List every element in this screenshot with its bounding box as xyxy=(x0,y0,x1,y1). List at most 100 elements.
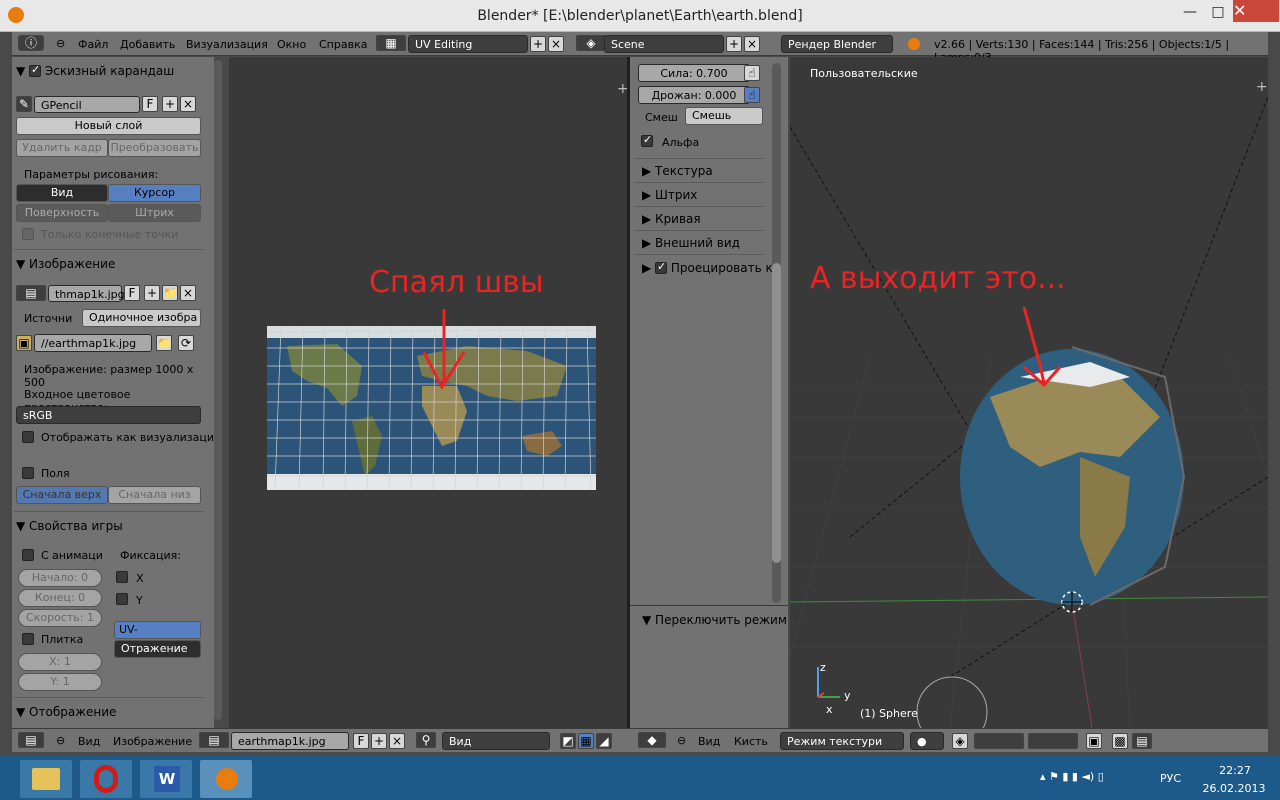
mode-select[interactable]: Режим текстури xyxy=(780,732,904,750)
clock-time[interactable]: 22:27 xyxy=(1210,764,1260,777)
view-button[interactable]: Вид xyxy=(16,184,108,202)
uv-coords-button[interactable]: UV-координат xyxy=(114,621,201,652)
alpha-checkbox[interactable] xyxy=(641,133,653,147)
endpoints-checkbox[interactable] xyxy=(22,228,34,240)
delete-frame-button[interactable]: Удалить кадр xyxy=(16,139,108,157)
tiles-checkbox[interactable] xyxy=(22,633,34,645)
project-panel-header[interactable]: ▶ Проецировать к xyxy=(642,260,773,275)
shading-select[interactable]: ● xyxy=(910,732,944,750)
show-as-render-checkbox[interactable] xyxy=(22,431,34,443)
collapse-icon[interactable]: ⊖ xyxy=(56,734,65,747)
menu-render[interactable]: Визуализация xyxy=(186,38,268,51)
camera-icon[interactable]: ▩ xyxy=(1112,733,1128,749)
view-mode-select[interactable]: Вид xyxy=(442,732,550,750)
image-unlink-button[interactable]: × xyxy=(180,285,196,301)
image-browse-icon[interactable]: ▤ xyxy=(16,285,46,301)
image-panel-header[interactable]: ▼ Изображение xyxy=(16,257,115,271)
convert-button[interactable]: Преобразовать xyxy=(108,139,201,157)
menu-image[interactable]: Изображение xyxy=(113,735,192,748)
alpha-icon[interactable]: ◢ xyxy=(596,733,612,749)
image-browse-icon[interactable]: ▤ xyxy=(199,732,229,748)
menu-view-3d[interactable]: Вид xyxy=(698,735,720,748)
upper-first-button[interactable]: Сначала верх xyxy=(16,486,108,504)
render-clip-icon[interactable]: ▤ xyxy=(1132,733,1152,749)
reload-icon[interactable]: ⟳ xyxy=(178,335,194,351)
game-panel-header[interactable]: ▼ Свойства игры xyxy=(16,519,123,533)
collapse-icon[interactable]: ⊖ xyxy=(677,734,686,747)
clamp-y-checkbox[interactable] xyxy=(116,593,128,605)
gp-name-field[interactable]: GPencil xyxy=(34,96,140,113)
blend-select[interactable]: Смешь xyxy=(685,107,763,125)
screen-layout-icon[interactable]: ▦ xyxy=(376,35,406,51)
stroke-panel-header[interactable]: ▶ Штрих xyxy=(642,188,697,202)
tile-x-field[interactable]: X: 1 xyxy=(18,653,102,671)
layers-2-icon[interactable] xyxy=(1028,733,1078,749)
gp-panel-header[interactable]: ▼ Эскизный карандаш xyxy=(16,63,174,78)
animated-checkbox[interactable] xyxy=(22,549,34,561)
gp-delete-button[interactable]: × xyxy=(180,96,196,112)
delete-screen-button[interactable]: × xyxy=(548,36,564,52)
image-fake-user[interactable]: F xyxy=(353,733,369,749)
scene-icon[interactable]: ◈ xyxy=(576,35,606,51)
layers-1-icon[interactable] xyxy=(974,733,1024,749)
jitter-field[interactable]: Дрожан: 0.000 xyxy=(638,86,750,104)
view3d-add-icon[interactable]: + xyxy=(1256,79,1268,95)
reflection-button[interactable]: Отражение xyxy=(114,640,201,658)
gp-fake-user[interactable]: F xyxy=(142,96,158,112)
lower-first-button[interactable]: Сначала низ xyxy=(108,486,201,504)
blender-taskbar-icon[interactable] xyxy=(200,760,252,798)
pencil-icon[interactable]: ✎ xyxy=(16,96,32,112)
stroke-button[interactable]: Штрих xyxy=(108,204,201,222)
gp-add-button[interactable]: + xyxy=(162,96,178,112)
appearance-panel-header[interactable]: ▶ Внешний вид xyxy=(642,236,740,250)
colorspace-select[interactable]: sRGB xyxy=(16,406,201,424)
menu-help[interactable]: Справка xyxy=(319,38,367,51)
left-scrollbar[interactable] xyxy=(214,60,222,720)
start-field[interactable]: Начало: 0 xyxy=(18,569,102,587)
layer-lock-icon[interactable]: ▣ xyxy=(1086,733,1102,749)
menu-add[interactable]: Добавить xyxy=(120,38,175,51)
screen-layout-field[interactable]: UV Editing xyxy=(408,35,528,53)
image-file-field[interactable]: earthmap1k.jpg xyxy=(231,732,349,750)
view3d-type-icon[interactable]: ◆ xyxy=(638,732,666,748)
word-icon[interactable]: W xyxy=(140,760,192,798)
language-indicator[interactable]: РУС xyxy=(1160,772,1181,785)
menu-file[interactable]: Файл xyxy=(78,38,108,51)
scrollbar-thumb[interactable] xyxy=(772,263,781,563)
speed-field[interactable]: Скорость: 1 xyxy=(18,609,102,627)
tray-icons[interactable]: ▴ ⚑ ▮ ▮ ◄) ▯ xyxy=(1040,770,1104,783)
clock-date[interactable]: 26.02.2013 xyxy=(1200,782,1268,795)
info-editor-icon[interactable]: ⓘ xyxy=(18,35,44,51)
strength-pressure-icon[interactable]: ☝ xyxy=(744,65,760,81)
curve-panel-header[interactable]: ▶ Кривая xyxy=(642,212,701,226)
checker-icon[interactable]: ▦ xyxy=(578,733,594,749)
opera-icon[interactable] xyxy=(80,760,132,798)
strength-field[interactable]: Сила: 0.700 xyxy=(638,64,750,82)
render-engine-select[interactable]: Рендер Blender xyxy=(781,35,893,53)
image-unlink-button[interactable]: × xyxy=(389,733,405,749)
jitter-pressure-icon[interactable]: ☝ xyxy=(744,87,760,103)
collapse-icon[interactable]: ⊖ xyxy=(56,37,65,50)
folder-icon[interactable]: 📁 xyxy=(156,335,172,351)
image-new-button[interactable]: + xyxy=(371,733,387,749)
cursor-button[interactable]: Курсор xyxy=(108,184,201,202)
add-screen-button[interactable]: + xyxy=(530,36,546,52)
menu-window[interactable]: Окно xyxy=(277,38,306,51)
image-new-button[interactable]: + xyxy=(144,285,160,301)
close-button[interactable]: ✕ xyxy=(1233,0,1279,22)
surface-button[interactable]: Поверхность xyxy=(16,204,108,222)
tile-y-field[interactable]: Y: 1 xyxy=(18,673,102,691)
uv-image-editor[interactable]: Спаял швы + xyxy=(229,57,629,728)
menu-brush[interactable]: Кисть xyxy=(734,735,768,748)
fields-checkbox[interactable] xyxy=(22,467,34,479)
minimize-button[interactable]: — xyxy=(1176,2,1204,22)
new-layer-button[interactable]: Новый слой xyxy=(16,117,201,135)
3d-viewport[interactable]: Пользовательские z y x (1) Sphere А выхо… xyxy=(790,57,1268,728)
pin-icon[interactable]: ⚲ xyxy=(416,732,436,748)
add-scene-button[interactable]: + xyxy=(726,36,742,52)
maximize-button[interactable]: □ xyxy=(1204,2,1232,22)
explorer-icon[interactable] xyxy=(20,760,72,798)
clamp-x-checkbox[interactable] xyxy=(116,571,128,583)
delete-scene-button[interactable]: × xyxy=(744,36,760,52)
properties-scrollbar[interactable] xyxy=(772,63,781,603)
